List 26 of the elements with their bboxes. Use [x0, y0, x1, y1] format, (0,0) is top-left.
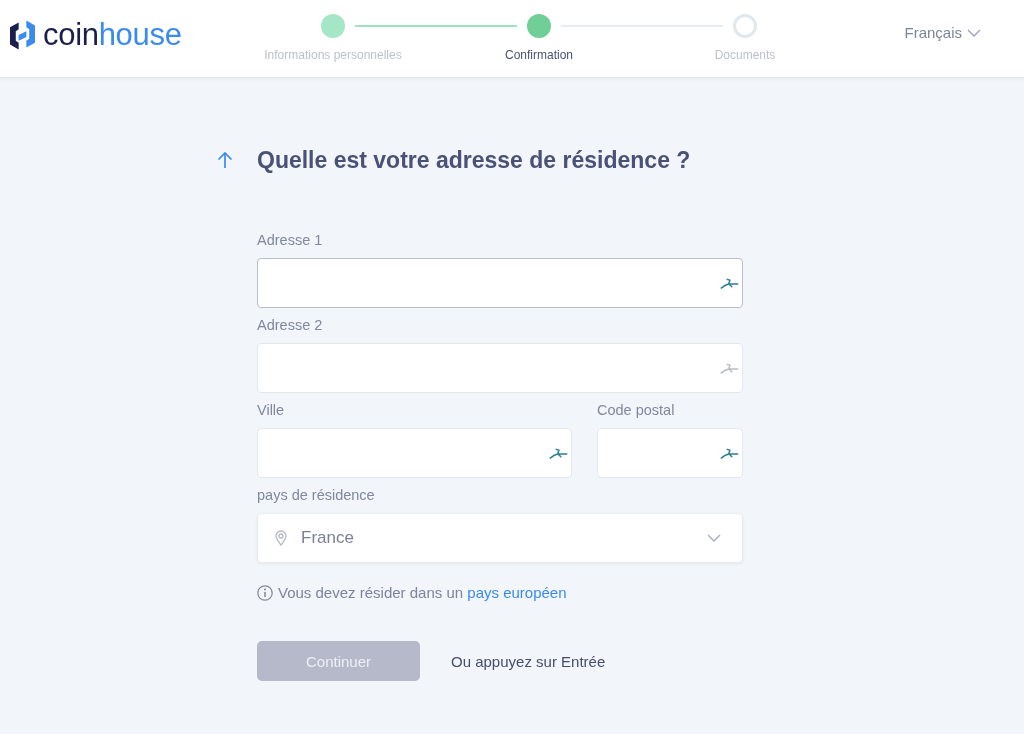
field-label: Code postal: [597, 401, 676, 419]
logo-text: coinhouse: [43, 18, 182, 52]
arrow-up-icon[interactable]: [217, 151, 233, 169]
chevron-down-icon: [967, 29, 981, 37]
form-title: Quelle est votre adresse de résidence ?: [257, 146, 691, 175]
step-label: Confirmation: [505, 47, 573, 63]
language-selector[interactable]: Français: [904, 23, 981, 43]
step-label: Informations personnelles: [264, 47, 402, 63]
notice-text: Vous devez résider dans un pays européen: [278, 583, 567, 603]
country-select[interactable]: France: [257, 513, 743, 563]
european-countries-link[interactable]: pays européen: [467, 584, 567, 601]
info-icon: [257, 585, 273, 601]
location-pin-icon: [275, 530, 287, 546]
input-field[interactable]: [257, 258, 743, 308]
enter-key-hint: Ou appuyez sur Entrée: [451, 652, 606, 670]
field-label: Adresse 1: [257, 231, 324, 249]
field-label: Adresse 2: [257, 316, 324, 334]
runner-icon[interactable]: [720, 277, 739, 289]
logo-icon: [10, 20, 35, 50]
runner-icon[interactable]: [549, 447, 568, 459]
field-label: pays de résidence: [257, 486, 376, 504]
step-label: Documents: [714, 47, 776, 63]
runner-icon[interactable]: [720, 362, 739, 374]
runner-icon[interactable]: [720, 447, 739, 459]
field-label: Ville: [257, 401, 286, 419]
chevron-down-icon: [707, 534, 721, 542]
